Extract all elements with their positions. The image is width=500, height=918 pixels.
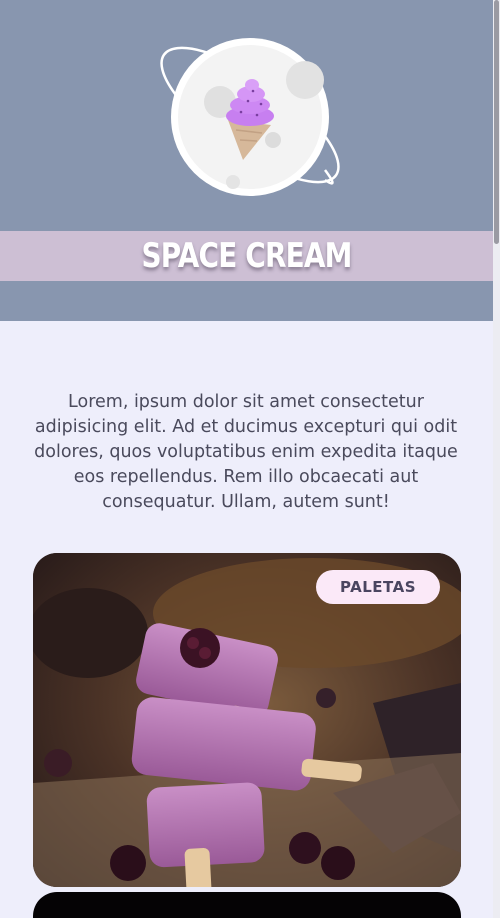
category-badge[interactable]: PALETAS (315, 570, 440, 604)
scrollbar[interactable] (493, 0, 500, 918)
intro-text: Lorem, ipsum dolor sit amet consectetur … (34, 391, 458, 512)
product-card-next[interactable] (33, 892, 461, 918)
site-header: SPACE CREAM (0, 0, 493, 321)
scrollbar-thumb[interactable] (494, 0, 499, 244)
logo[interactable] (140, 30, 360, 200)
ice-cream-planet-icon (160, 38, 340, 196)
brand-title: SPACE CREAM (141, 236, 352, 276)
page: SPACE CREAM Lorem, ipsum dolor sit amet … (0, 0, 493, 918)
product-card[interactable]: PALETAS (33, 553, 461, 887)
